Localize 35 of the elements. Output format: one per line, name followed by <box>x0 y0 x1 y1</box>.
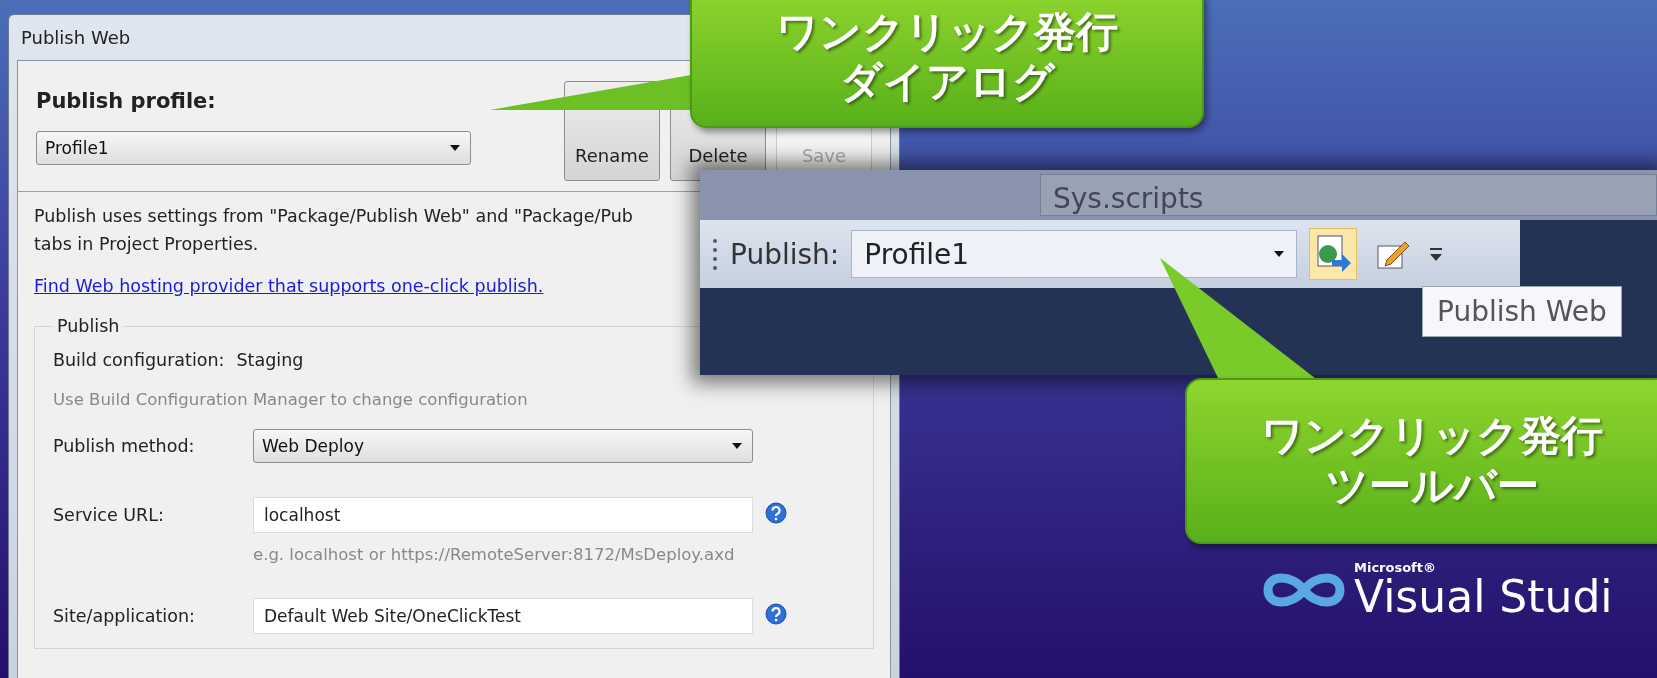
method-dropdown[interactable]: Web Deploy <box>253 429 753 463</box>
hosting-link[interactable]: Find Web hosting provider that supports one-click publish. <box>34 276 544 296</box>
publish-web-button[interactable] <box>1309 228 1358 280</box>
callout-text: ダイアログ <box>839 57 1055 108</box>
build-config-label: Build configuration: <box>53 350 225 370</box>
tooltip: Publish Web <box>1422 286 1622 337</box>
profile-dropdown[interactable]: Profile1 <box>36 131 471 165</box>
info-text: Publish uses settings from "Package/Publish Web" and "Package/Pub <box>34 206 633 226</box>
profile-label: Publish profile: <box>36 89 217 113</box>
field-hint: e.g. localhost or https://RemoteServer:8172/MsDeploy.axd <box>253 545 735 564</box>
scripts-field[interactable]: Sys.scripts <box>1040 174 1657 216</box>
build-config-value: Staging <box>236 350 304 370</box>
field-label: Publish method: <box>53 436 196 456</box>
help-icon[interactable] <box>765 603 787 625</box>
input-field[interactable]: localhost <box>253 497 753 533</box>
caret-icon <box>732 443 742 449</box>
help-icon[interactable] <box>765 502 787 524</box>
callout-text: ツールバー <box>1325 461 1539 512</box>
brand-text: Microsoft® <box>1354 560 1437 575</box>
input-field[interactable]: Default Web Site/OneClickTest <box>253 598 753 634</box>
group-label: Publish <box>56 316 121 336</box>
overflow-icon[interactable] <box>1429 246 1444 262</box>
info-text: tabs in Project Properties. <box>34 234 259 254</box>
field-label: Site/application: <box>53 606 196 626</box>
callout-text: ワンクリック発行 <box>776 6 1118 57</box>
callout-text: ワンクリック発行 <box>1261 410 1603 461</box>
field-label: Service URL: <box>53 505 165 525</box>
build-config-hint: Use Build Configuration Manager to change configuration <box>53 390 528 409</box>
publish-label: Publish: <box>730 237 840 271</box>
product-text: Visual Studi <box>1354 575 1613 619</box>
window-title: Publish Web <box>21 27 131 48</box>
caret-icon <box>450 145 460 151</box>
profile-dropdown[interactable]: Profile1 <box>851 230 1298 278</box>
grip-icon <box>712 237 718 271</box>
globe-arrow-icon <box>1314 234 1353 274</box>
